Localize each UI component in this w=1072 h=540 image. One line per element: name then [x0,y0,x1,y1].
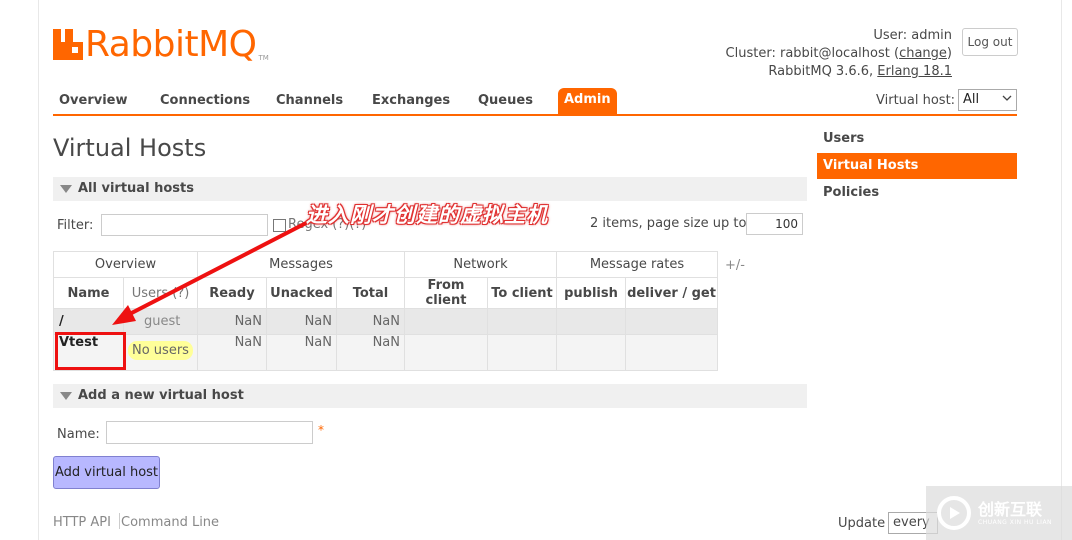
rabbitmq-logo[interactable]: RabbitMQ TM [53,26,269,66]
vhost-name-input[interactable] [106,421,313,444]
vhost-from-client [404,308,488,335]
add-vhost-section-title: Add a new virtual host [78,388,244,403]
update-label: Update [838,516,886,531]
chevron-down-icon [1002,95,1012,101]
group-header-message-rates: Message rates [556,251,718,278]
sidebar-item-users[interactable]: Users [817,126,1017,152]
col-to-client[interactable]: To client [487,277,557,309]
watermark-logo-icon [937,496,971,530]
erlang-link[interactable]: Erlang 18.1 [877,64,952,79]
vhost-total: NaN [336,334,405,371]
sidebar-item-virtual-hosts[interactable]: Virtual Hosts [817,153,1017,179]
vhost-publish [556,334,626,371]
collapse-triangle-icon [60,185,72,193]
virtual-host-label: Virtual host: [876,93,956,108]
watermark: 创新互联 CHUANG XIN HU LIAN [926,486,1072,540]
items-count-text: 2 items, page size up to [590,216,747,231]
cluster-value: rabbit@localhost [779,46,890,61]
watermark-text: 创新互联 [978,499,1043,519]
watermark-subtext: CHUANG XIN HU LIAN [978,518,1053,526]
table-row: Vtest No users NaN NaN NaN [53,334,718,371]
vhost-from-client [404,334,488,371]
tab-admin[interactable]: Admin [558,88,617,116]
annotation-highlight-box [55,332,126,370]
logout-button[interactable]: Log out [962,28,1018,56]
vhost-to-client [487,334,557,371]
tab-overview[interactable]: Overview [59,93,128,108]
col-from-client[interactable]: From client [404,277,488,309]
version-line: RabbitMQ 3.6.6, Erlang 18.1 [726,63,952,81]
filter-label: Filter: [57,218,94,233]
required-mark: * [318,423,324,437]
footer-separator [119,513,120,529]
tab-channels[interactable]: Channels [276,93,343,108]
header-info: User: admin Cluster: rabbit@localhost (c… [726,27,952,81]
rabbit-logo-icon [53,26,83,60]
toggle-columns-link[interactable]: +/- [725,258,745,273]
vhost-deliver-get [625,308,718,335]
logo-trademark: TM [258,54,269,62]
vhost-users-cell: No users [123,334,198,371]
name-label: Name: [57,427,100,442]
vhost-unacked: NaN [266,334,337,371]
logo-text: RabbitMQ [85,24,257,65]
annotation-text: 进入刚才创建的虚拟主机 [306,203,548,227]
collapse-triangle-icon [60,392,72,400]
command-line-link[interactable]: Command Line [121,515,219,530]
main-nav: Overview Connections Channels Exchanges … [53,88,1017,116]
cluster-line: Cluster: rabbit@localhost (change) [725,46,952,61]
virtual-host-select[interactable]: All [958,89,1017,111]
page-title: Virtual Hosts [53,134,207,162]
user-value: admin [911,28,952,43]
frame-right [1061,0,1062,540]
sidebar-item-policies[interactable]: Policies [817,180,1017,206]
all-vhosts-section-title: All virtual hosts [78,181,194,196]
tab-connections[interactable]: Connections [160,93,250,108]
no-users-badge: No users [128,341,193,360]
vhost-ready: NaN [197,334,267,371]
add-virtual-host-button[interactable]: Add virtual host [53,456,160,489]
col-publish[interactable]: publish [556,277,626,309]
vhost-publish [556,308,626,335]
vhost-total: NaN [336,308,405,335]
add-vhost-section-header[interactable]: Add a new virtual host [53,384,807,408]
tab-exchanges[interactable]: Exchanges [372,93,450,108]
version-text: RabbitMQ 3.6.6, [768,64,874,79]
http-api-link[interactable]: HTTP API [53,515,111,530]
change-cluster-link[interactable]: change [899,46,947,61]
all-vhosts-section-header[interactable]: All virtual hosts [53,177,807,201]
col-deliver-get[interactable]: deliver / get [625,277,718,309]
user-line: User: admin [726,27,952,45]
virtual-host-value: All [963,92,980,107]
group-header-network: Network [404,251,557,278]
tab-queues[interactable]: Queues [478,93,533,108]
vhost-to-client [487,308,557,335]
col-total[interactable]: Total [336,277,405,309]
vhost-deliver-get [625,334,718,371]
cluster-label: Cluster: [725,46,776,61]
user-label: User: [873,28,908,43]
frame-left [38,0,39,540]
page-size-input[interactable]: 100 [746,213,803,235]
annotation-arrow-icon [112,219,311,325]
